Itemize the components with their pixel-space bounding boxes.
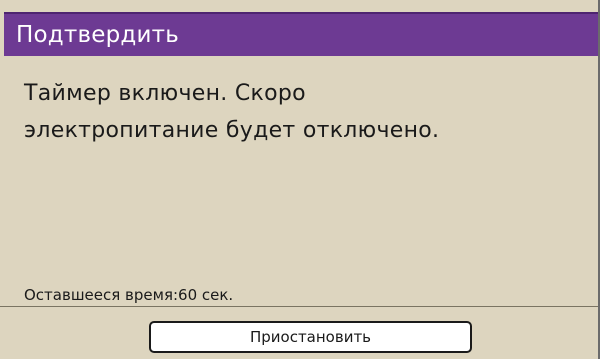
dialog-title: Подтвердить xyxy=(16,22,179,48)
dialog-titlebar: Подтвердить xyxy=(4,12,598,56)
divider xyxy=(0,306,598,307)
dialog-message: Таймер включен. Скоро электропитание буд… xyxy=(24,75,584,149)
confirm-dialog: Подтвердить Таймер включен. Скоро электр… xyxy=(0,0,600,359)
message-line-2: электропитание будет отключено. xyxy=(24,118,440,143)
remaining-time-label: Оставшееся время:60 сек. xyxy=(24,286,234,304)
message-line-1: Таймер включен. Скоро xyxy=(24,81,306,106)
pause-button[interactable]: Приостановить xyxy=(149,321,472,353)
